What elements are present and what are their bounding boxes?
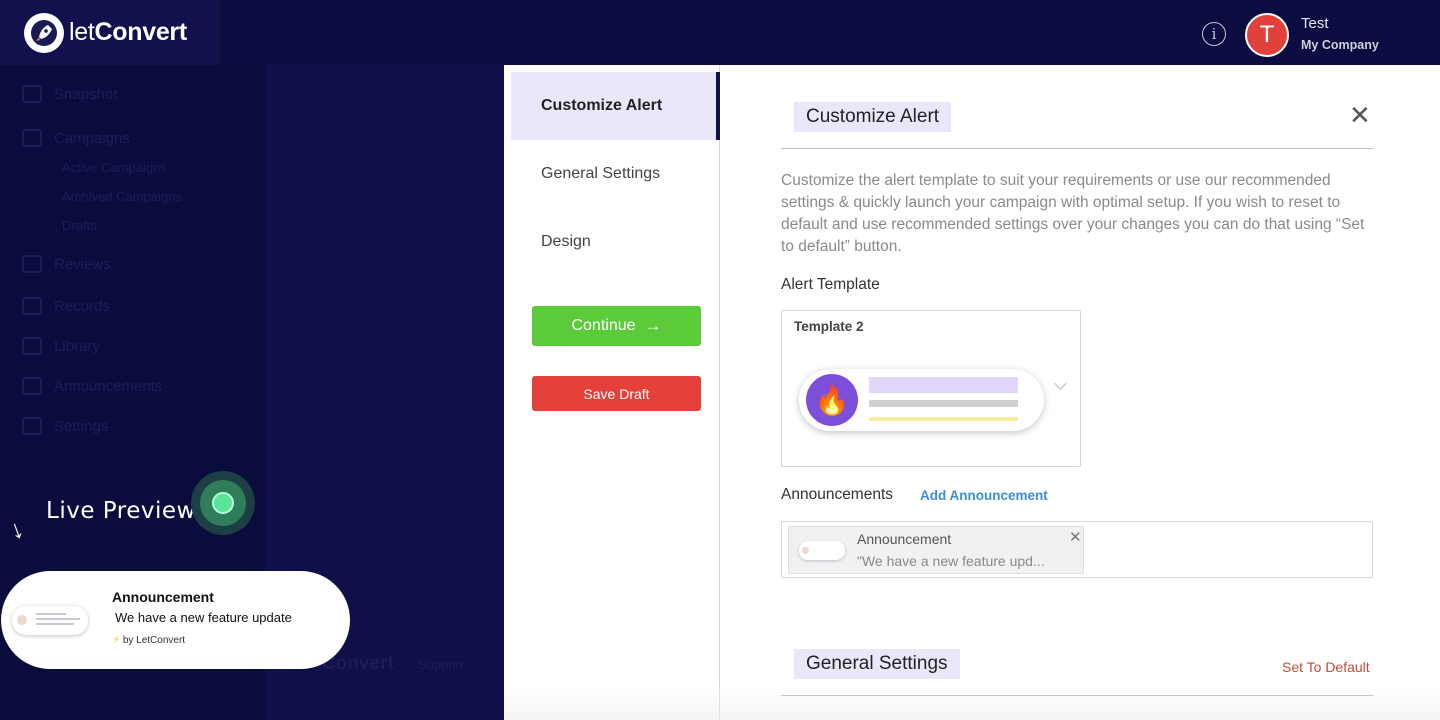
close-icon[interactable]: ✕ (1349, 103, 1371, 129)
nav-customize-alert[interactable]: Customize Alert (511, 72, 720, 140)
preview-title: Announcement (112, 589, 214, 605)
bolt-icon: ⚡ (113, 635, 121, 646)
chevron-down-icon[interactable] (1054, 377, 1067, 390)
sidebar-subitem-active-campaigns[interactable]: Active Campaigns (62, 160, 167, 175)
modal-body: Customize Alert ✕ Customize the alert te… (781, 65, 1373, 720)
sidebar-item-snapshot[interactable]: Snapshot (22, 85, 117, 103)
description: Customize the alert template to suit you… (781, 172, 1365, 255)
library-icon (22, 337, 42, 355)
rocket-icon (22, 129, 42, 147)
customize-alert-modal: Customize Alert General Settings Design … (504, 65, 1440, 720)
preview-thumbnail-icon (12, 606, 88, 635)
records-icon (22, 297, 42, 315)
preview-text: We have a new feature update (115, 610, 292, 625)
nav-general-settings[interactable]: General Settings (511, 140, 720, 208)
modal-nav: Customize Alert General Settings Design … (504, 65, 720, 720)
sidebar-item-records[interactable]: Records (22, 297, 110, 315)
announcement-chip-text: "We have a new feature upd... (857, 553, 1045, 569)
rocket-logo-icon (24, 12, 64, 53)
announcement-chip-title: Announcement (857, 531, 952, 547)
logo-text: letConvert (69, 18, 187, 46)
scroll-fade (504, 685, 1440, 720)
avatar[interactable]: T (1245, 13, 1289, 57)
template-select[interactable]: Template 2 🔥 (781, 310, 1081, 467)
announcements-field[interactable]: Announcement "We have a new feature upd.… (781, 521, 1373, 578)
announcements-label: Announcements (781, 486, 894, 503)
sidebar-subitem-archived-campaigns[interactable]: Archived Campaigns (62, 189, 182, 204)
sidebar-item-settings[interactable]: Settings (22, 417, 108, 435)
reviews-icon (22, 255, 42, 273)
continue-button[interactable]: Continue → (532, 306, 701, 346)
template-preview: 🔥 (799, 369, 1044, 431)
add-announcement-link[interactable]: Add Announcement (920, 488, 1048, 503)
remove-chip-icon[interactable]: ✕ (1069, 528, 1082, 546)
sidebar-item-library[interactable]: Library (22, 337, 100, 355)
alert-template-label: Alert Template (781, 276, 880, 293)
powered-by: ⚡ by LetConvert (113, 635, 186, 646)
snapshot-icon (22, 85, 42, 103)
top-bar: letConvert i T Test My Company (0, 0, 1440, 65)
nav-design[interactable]: Design (511, 208, 720, 276)
sidebar-item-reviews[interactable]: Reviews (22, 255, 111, 273)
megaphone-icon (22, 377, 42, 395)
flame-icon: 🔥 (806, 374, 858, 426)
logo[interactable]: letConvert (0, 0, 220, 65)
announcement-chip[interactable]: Announcement "We have a new feature upd.… (788, 526, 1084, 574)
footer-support-link[interactable]: Support (418, 657, 464, 672)
section-title-customize-alert: Customize Alert (794, 102, 952, 132)
sidebar-item-announcements[interactable]: Announcements (22, 377, 162, 395)
gear-icon (22, 417, 42, 435)
live-preview-label: Live Preview (46, 498, 196, 524)
section-title-general-settings: General Settings (794, 649, 960, 679)
announcement-thumbnail-icon (799, 541, 845, 560)
arrow-right-icon: → (644, 316, 662, 335)
live-indicator-dot (212, 492, 234, 514)
divider (781, 148, 1373, 149)
save-draft-button[interactable]: Save Draft (532, 376, 701, 411)
user-company[interactable]: My Company (1301, 38, 1379, 52)
sidebar-subitem-drafts[interactable]: Drafts (62, 218, 97, 233)
template-name: Template 2 (794, 319, 864, 334)
set-to-default-link[interactable]: Set To Default (1282, 659, 1370, 675)
user-name[interactable]: Test (1301, 15, 1329, 32)
info-icon[interactable]: i (1202, 22, 1226, 46)
sidebar-item-campaigns[interactable]: Campaigns (22, 129, 130, 147)
